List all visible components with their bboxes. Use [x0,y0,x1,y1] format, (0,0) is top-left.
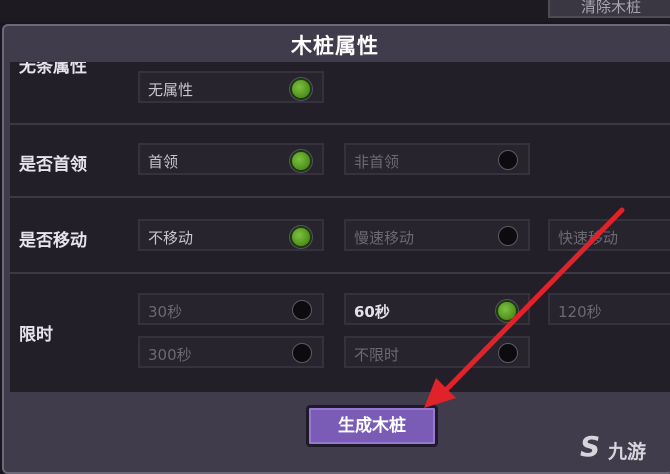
option-label: 60秒 [354,303,390,321]
row-divider [10,196,670,198]
properties-list[interactable]: 无条属性 无属性 是否首领 首领 非首领 是否移动 不移动 慢速移动 快速移动 … [10,62,670,392]
option-slow-move[interactable]: 慢速移动 [344,219,530,251]
option-no-limit[interactable]: 不限时 [344,336,530,368]
option-boss[interactable]: 首领 [138,143,324,175]
radio-selected-icon [290,226,312,248]
option-label: 慢速移动 [354,229,415,247]
radio-unselected-icon [292,343,312,363]
option-no-attribute[interactable]: 无属性 [138,71,324,103]
option-120s[interactable]: 120秒 [548,293,670,325]
row-divider [10,272,670,274]
row-label-boss: 是否首领 [19,155,87,175]
radio-unselected-icon [498,150,518,170]
row-divider [10,123,670,125]
option-300s[interactable]: 300秒 [138,336,324,368]
option-label: 非首领 [354,153,400,171]
option-30s[interactable]: 30秒 [138,293,324,325]
panel-title: 木桩属性 [291,34,379,58]
option-label: 快速移动 [558,229,619,247]
row-label-attribute: 无条属性 [19,62,87,77]
option-label: 首领 [148,153,179,171]
radio-selected-icon [496,300,518,322]
option-label: 不限时 [354,346,400,364]
row-label-time-limit: 限时 [19,325,53,345]
watermark-text: 九游 [608,441,647,463]
radio-selected-icon [290,150,312,172]
radio-selected-icon [290,78,312,100]
option-no-move[interactable]: 不移动 [138,219,324,251]
radio-unselected-icon [292,300,312,320]
option-label: 不移动 [148,229,194,247]
option-label: 120秒 [558,303,602,321]
option-non-boss[interactable]: 非首领 [344,143,530,175]
radio-unselected-icon [498,343,518,363]
generate-stake-label: 生成木桩 [338,416,406,436]
watermark-mark-icon: S [580,430,601,463]
option-60s[interactable]: 60秒 [344,293,530,325]
clear-stakes-tab[interactable]: 清除木桩 [548,0,670,18]
watermark-logo: S 九游 [578,430,670,467]
radio-unselected-icon [498,226,518,246]
option-label: 无属性 [148,81,194,99]
row-label-move: 是否移动 [19,231,87,251]
option-label: 300秒 [148,346,192,364]
option-label: 30秒 [148,303,183,321]
generate-stake-button[interactable]: 生成木桩 [306,405,438,447]
clear-stakes-label: 清除木桩 [580,0,641,16]
option-fast-move[interactable]: 快速移动 [548,219,670,251]
